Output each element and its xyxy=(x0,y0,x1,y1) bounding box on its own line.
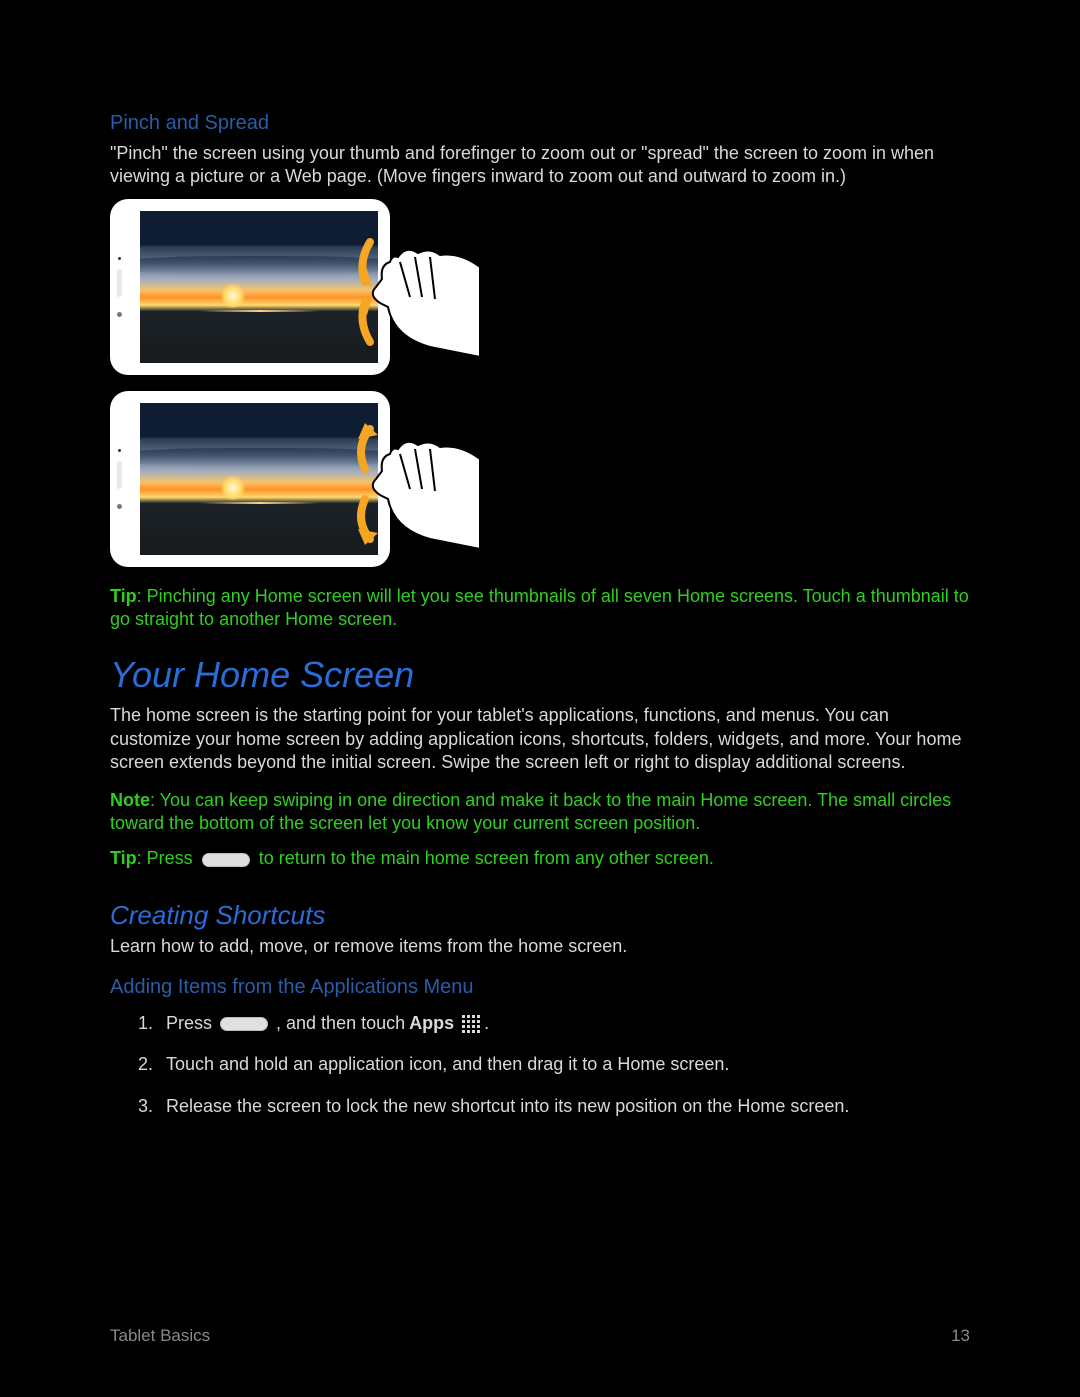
step-text: Touch and hold an application icon, and … xyxy=(166,1053,729,1076)
tablet-side-controls xyxy=(116,449,123,509)
heading-pinch-spread: Pinch and Spread xyxy=(110,110,970,136)
list-item: 1. Press , and then touch Apps . xyxy=(138,1012,970,1035)
note-text: : You can keep swiping in one direction … xyxy=(110,790,951,833)
home-note: Note: You can keep swiping in one direct… xyxy=(110,789,970,836)
step-text: Press , and then touch Apps . xyxy=(166,1012,489,1035)
tip-prefix: : Press xyxy=(137,848,198,868)
tip-suffix: to return to the main home screen from a… xyxy=(254,848,714,868)
step-number: 3. xyxy=(138,1095,166,1118)
page-footer: Tablet Basics 13 xyxy=(110,1325,970,1347)
home-screen-body: The home screen is the starting point fo… xyxy=(110,704,970,774)
shortcuts-body: Learn how to add, move, or remove items … xyxy=(110,935,970,958)
step-text: Release the screen to lock the new short… xyxy=(166,1095,849,1118)
home-button-icon xyxy=(202,853,250,867)
heading-creating-shortcuts: Creating Shortcuts xyxy=(110,899,970,933)
step-number: 1. xyxy=(138,1012,166,1035)
home-tip: Tip: Press to return to the main home sc… xyxy=(110,847,970,870)
list-item: 3. Release the screen to lock the new sh… xyxy=(138,1095,970,1118)
tip-label: Tip xyxy=(110,586,137,606)
tablet-pinch-illustration xyxy=(110,199,390,375)
hand-pinch-icon xyxy=(310,207,480,377)
apps-grid-icon xyxy=(462,1015,480,1033)
steps-list: 1. Press , and then touch Apps . 2. Touc… xyxy=(138,1012,970,1118)
heading-adding-items: Adding Items from the Applications Menu xyxy=(110,974,970,1000)
pinch-illustrations xyxy=(110,199,970,567)
heading-home-screen: Your Home Screen xyxy=(110,652,970,699)
pinch-body: "Pinch" the screen using your thumb and … xyxy=(110,142,970,189)
tip-label: Tip xyxy=(110,848,137,868)
tablet-side-controls xyxy=(116,257,123,317)
footer-section: Tablet Basics xyxy=(110,1325,210,1347)
tip-text: : Pinching any Home screen will let you … xyxy=(110,586,969,629)
pinch-tip: Tip: Pinching any Home screen will let y… xyxy=(110,585,970,632)
list-item: 2. Touch and hold an application icon, a… xyxy=(138,1053,970,1076)
home-button-icon xyxy=(220,1017,268,1031)
footer-page-number: 13 xyxy=(951,1325,970,1347)
note-label: Note xyxy=(110,790,150,810)
tablet-spread-illustration xyxy=(110,391,390,567)
step-number: 2. xyxy=(138,1053,166,1076)
hand-spread-icon xyxy=(310,399,480,569)
